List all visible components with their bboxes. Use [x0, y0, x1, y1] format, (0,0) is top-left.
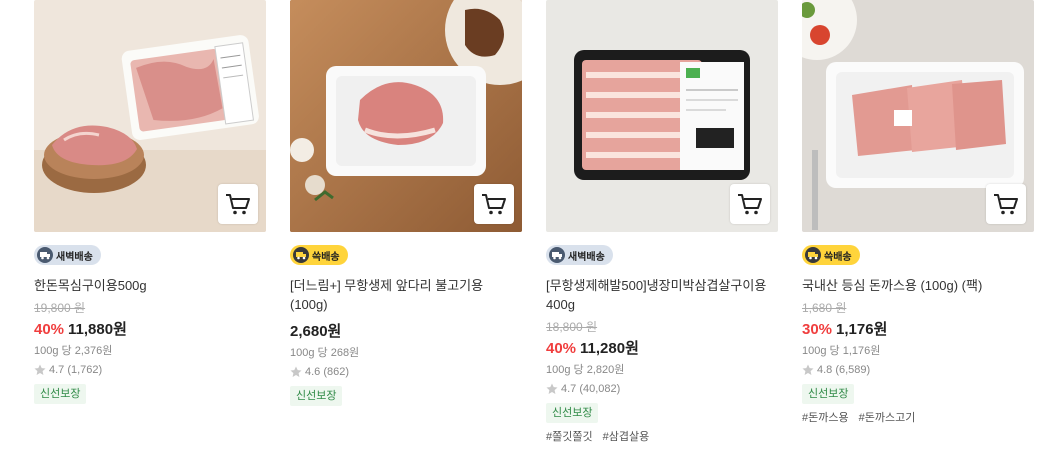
unit-price: 100g 당 268원 — [290, 347, 360, 359]
price-row: 40% 11,880원 — [34, 320, 266, 340]
rating: 4.8 (6,589) — [802, 362, 1034, 378]
price-row: 40% 11,280원 — [546, 339, 778, 359]
truck-icon — [293, 247, 309, 263]
star-icon — [546, 383, 558, 394]
unit-price: 100g 당 2,820원 — [546, 364, 625, 376]
badge-label: 새벽배송 — [56, 251, 93, 263]
original-price: 1,680 원 — [802, 301, 847, 315]
delivery-badge: 쓱배송 — [802, 245, 860, 265]
hashtag[interactable]: #삼겹살용 — [603, 431, 650, 443]
product-card[interactable]: 새벽배송 한돈목심구이용500g 19,800 원 40% 11,880원 100… — [34, 0, 266, 404]
badge-label: 쓱배송 — [824, 251, 852, 263]
rating-text: 4.8 (6,589) — [817, 364, 871, 376]
add-to-cart-button[interactable] — [474, 184, 514, 224]
product-image[interactable] — [546, 0, 778, 232]
add-to-cart-button[interactable] — [986, 184, 1026, 224]
original-price: 19,800 원 — [34, 301, 86, 315]
delivery-badge: 새벽배송 — [546, 245, 613, 265]
original-price: 18,800 원 — [546, 320, 598, 334]
freshness-tag: 신선보장 — [802, 384, 855, 404]
product-name[interactable]: 국내산 등심 돈까스용 (100g) (팩) — [802, 276, 1034, 295]
delivery-badge: 새벽배송 — [34, 245, 101, 265]
freshness-tag: 신선보장 — [290, 386, 343, 406]
cart-icon — [738, 194, 762, 215]
badge-label: 새벽배송 — [568, 251, 605, 263]
hashtag-list: #쫄깃쫄깃 #삼겹살용 — [546, 429, 778, 445]
hashtag[interactable]: #돈까스용 — [802, 412, 849, 424]
hashtag[interactable]: #쫄깃쫄깃 — [546, 431, 593, 443]
sale-price: 1,176원 — [836, 321, 888, 338]
rating-text: 4.7 (1,762) — [49, 364, 103, 376]
product-card[interactable]: 새벽배송 [무항생제해발500]냉장미박삼겹살구이용 400g 18,800 원… — [546, 0, 778, 445]
rating-text: 4.6 (862) — [305, 366, 350, 378]
delivery-badge: 쓱배송 — [290, 245, 348, 265]
price-row: 30% 1,176원 — [802, 320, 1034, 340]
truck-icon — [549, 247, 565, 263]
product-name[interactable]: [더느림+] 무항생제 앞다리 불고기용 (100g) — [290, 276, 522, 314]
hashtag[interactable]: #돈까스고기 — [859, 412, 916, 424]
price-row: 2,680원 — [290, 322, 522, 342]
sale-price: 11,280원 — [580, 340, 639, 357]
product-image[interactable] — [290, 0, 522, 232]
rating: 4.6 (862) — [290, 364, 522, 380]
discount-rate: 30% — [802, 321, 833, 338]
truck-icon — [805, 247, 821, 263]
rating: 4.7 (1,762) — [34, 362, 266, 378]
star-icon — [290, 366, 302, 377]
cart-icon — [226, 194, 250, 215]
add-to-cart-button[interactable] — [730, 184, 770, 224]
sale-price: 2,680원 — [290, 323, 342, 340]
badge-label: 쓱배송 — [312, 251, 340, 263]
product-card[interactable]: 쓱배송 [더느림+] 무항생제 앞다리 불고기용 (100g) 2,680원 1… — [290, 0, 522, 406]
unit-price: 100g 당 1,176원 — [802, 345, 881, 357]
star-icon — [34, 364, 46, 375]
truck-icon — [37, 247, 53, 263]
freshness-tag: 신선보장 — [34, 384, 87, 404]
freshness-tag: 신선보장 — [546, 403, 599, 423]
discount-rate: 40% — [546, 340, 577, 357]
rating-text: 4.7 (40,082) — [561, 383, 621, 395]
add-to-cart-button[interactable] — [218, 184, 258, 224]
cart-icon — [482, 194, 506, 215]
discount-rate: 40% — [34, 321, 65, 338]
product-name[interactable]: 한돈목심구이용500g — [34, 276, 266, 295]
unit-price: 100g 당 2,376원 — [34, 345, 113, 357]
star-icon — [802, 364, 814, 375]
product-name[interactable]: [무항생제해발500]냉장미박삼겹살구이용 400g — [546, 276, 778, 314]
sale-price: 11,880원 — [68, 321, 127, 338]
product-image[interactable] — [802, 0, 1034, 232]
product-image[interactable] — [34, 0, 266, 232]
rating: 4.7 (40,082) — [546, 381, 778, 397]
cart-icon — [994, 194, 1018, 215]
product-card[interactable]: 쓱배송 국내산 등심 돈까스용 (100g) (팩) 1,680 원 30% 1,… — [802, 0, 1034, 426]
hashtag-list: #돈까스용 #돈까스고기 — [802, 410, 1034, 426]
